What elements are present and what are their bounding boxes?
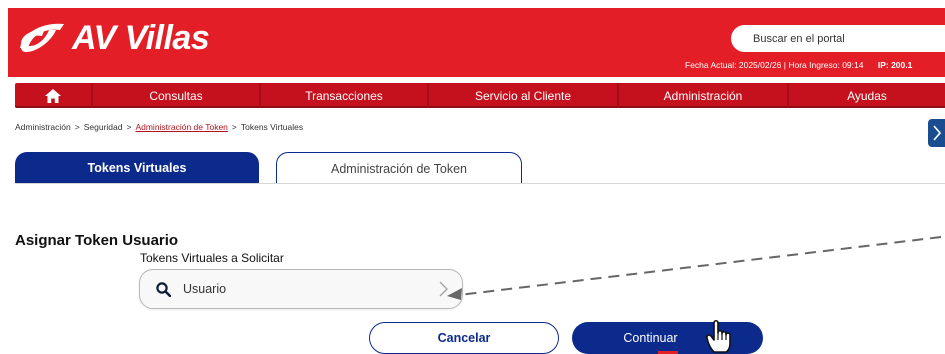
breadcrumb-separator: > <box>126 122 132 132</box>
section-title: Asignar Token Usuario <box>15 232 179 249</box>
breadcrumb: Administración > Seguridad > Administración … <box>15 122 303 132</box>
annotation-arrow <box>447 236 942 300</box>
tab-tokens-virtuales[interactable]: Tokens Virtuales <box>15 152 259 184</box>
nav-item-transacciones[interactable]: Transacciones <box>261 83 429 108</box>
nav-item-servicio-cliente[interactable]: Servicio al Cliente <box>429 83 619 108</box>
main-nav: Consultas Transacciones Servicio al Clie… <box>15 83 945 108</box>
token-user-select[interactable]: Usuario <box>139 269 463 309</box>
nav-item-consultas[interactable]: Consultas <box>93 83 261 108</box>
breadcrumb-link[interactable]: Administración de Token <box>135 122 227 132</box>
side-panel-toggle[interactable] <box>928 119 945 147</box>
logo-text: AV Villas <box>72 19 210 57</box>
breadcrumb-separator: > <box>231 122 237 132</box>
tabs-divider <box>15 183 945 184</box>
nav-item-ayudas[interactable]: Ayudas <box>789 83 945 108</box>
cancel-button[interactable]: Cancelar <box>369 322 559 354</box>
breadcrumb-item: Administración <box>15 122 71 132</box>
breadcrumb-current: Tokens Virtuales <box>240 122 304 132</box>
search-input[interactable] <box>753 32 933 45</box>
tab-administracion-token[interactable]: Administración de Token <box>276 152 522 184</box>
breadcrumb-item: Seguridad <box>83 122 123 132</box>
page: AV Villas Fecha Actual: 2025/02/26 | Hor… <box>0 0 945 354</box>
field-label: Tokens Virtuales a Solicitar <box>140 251 284 265</box>
chevron-right-icon <box>933 125 941 141</box>
home-icon <box>45 88 61 103</box>
header-bar: AV Villas Fecha Actual: 2025/02/26 | Hor… <box>8 8 945 77</box>
search-box[interactable] <box>731 25 945 52</box>
ip-label: IP: 200.1 <box>877 60 913 70</box>
date-info: Fecha Actual: 2025/02/26 | Hora Ingreso:… <box>685 60 864 70</box>
breadcrumb-separator: > <box>74 122 80 132</box>
session-info: Fecha Actual: 2025/02/26 | Hora Ingreso:… <box>685 60 912 70</box>
select-value: Usuario <box>183 282 227 296</box>
continue-label: Continuar <box>623 331 678 345</box>
hand-cursor-icon <box>706 319 731 353</box>
search-icon <box>156 281 171 297</box>
nav-home[interactable] <box>15 83 93 108</box>
logo[interactable]: AV Villas <box>16 18 210 58</box>
nav-item-administracion[interactable]: Administración <box>619 83 789 108</box>
logo-mark-icon <box>20 23 64 52</box>
